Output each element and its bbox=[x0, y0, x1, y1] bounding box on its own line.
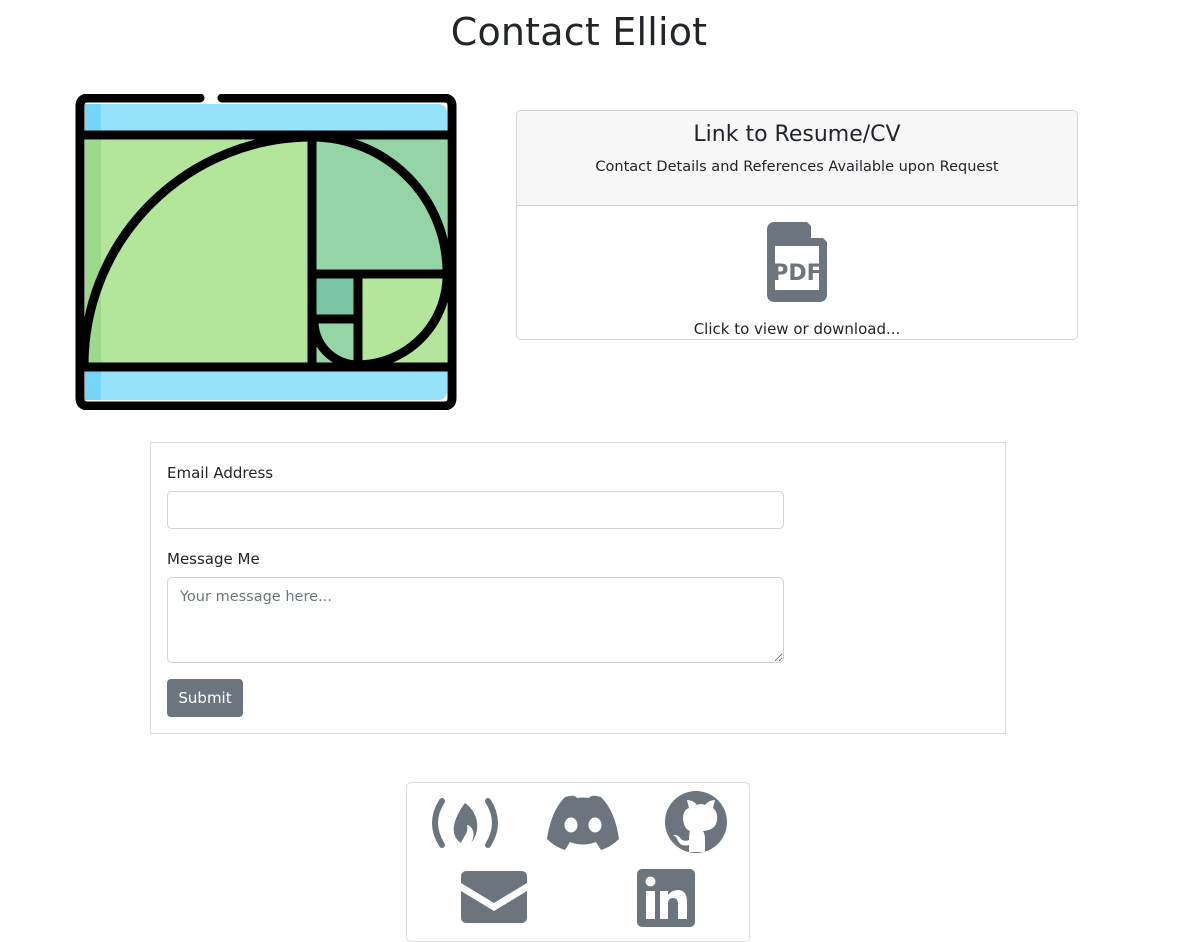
discord-link[interactable] bbox=[545, 793, 621, 851]
submit-button[interactable]: Submit bbox=[167, 679, 243, 717]
linkedin-link[interactable] bbox=[637, 869, 695, 927]
github-link[interactable] bbox=[663, 789, 729, 855]
resume-link[interactable]: PDF Click to view or download... bbox=[517, 222, 1077, 338]
pdf-icon-label: PDF bbox=[772, 261, 821, 286]
email-label: Email Address bbox=[167, 464, 274, 482]
discord-icon bbox=[547, 795, 619, 850]
envelope-icon bbox=[461, 871, 527, 923]
social-links-card bbox=[406, 782, 750, 942]
message-label: Message Me bbox=[167, 550, 260, 568]
message-textarea[interactable] bbox=[167, 577, 784, 663]
resume-card: Link to Resume/CV Contact Details and Re… bbox=[516, 110, 1078, 340]
freecodecamp-icon bbox=[432, 798, 498, 848]
golden-ratio-logo bbox=[75, 94, 457, 410]
page-title: Contact Elliot bbox=[450, 10, 708, 54]
contact-form: Email Address Message Me Submit bbox=[150, 442, 1006, 734]
pdf-file-icon[interactable]: PDF bbox=[767, 222, 827, 302]
linkedin-icon bbox=[637, 869, 695, 927]
freecodecamp-link[interactable] bbox=[427, 795, 503, 851]
resume-subtitle: Contact Details and References Available… bbox=[595, 159, 999, 175]
resume-card-header: Link to Resume/CV Contact Details and Re… bbox=[517, 111, 1077, 206]
email-link[interactable] bbox=[461, 871, 527, 923]
github-icon bbox=[665, 791, 727, 853]
resume-title: Link to Resume/CV bbox=[693, 122, 901, 147]
email-field[interactable] bbox=[167, 491, 784, 529]
resume-caption[interactable]: Click to view or download... bbox=[517, 320, 1077, 338]
